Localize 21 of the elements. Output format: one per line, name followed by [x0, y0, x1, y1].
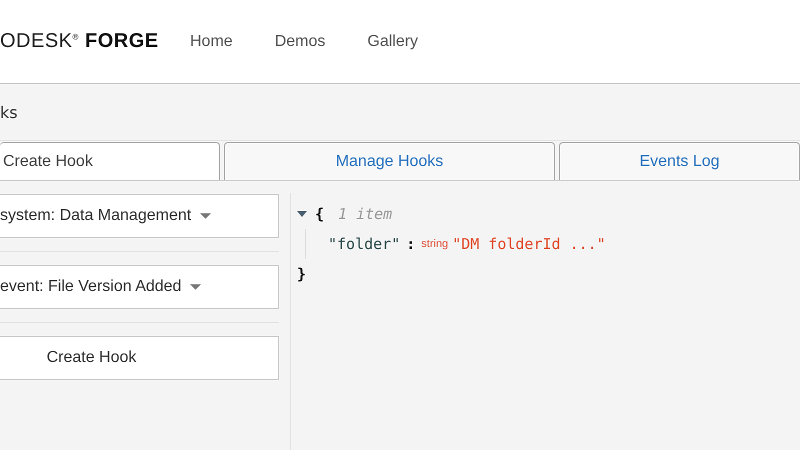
json-brace: }: [297, 265, 306, 283]
json-brace: {: [315, 205, 324, 223]
nav-link[interactable]: Gallery: [367, 32, 418, 50]
json-colon: :: [406, 235, 416, 253]
tab[interactable]: Create Hook: [0, 142, 220, 180]
caret-icon: [190, 284, 202, 290]
dropdown[interactable]: event: File Version Added: [0, 265, 279, 309]
expand-toggle-icon[interactable]: [297, 211, 307, 217]
json-type: string: [421, 238, 448, 250]
tab[interactable]: Events Log: [559, 142, 800, 180]
nav-link[interactable]: Demos: [274, 32, 326, 50]
json-key: "folder": [328, 235, 400, 253]
caret-icon: [200, 213, 212, 219]
json-value: "DM folderId ...": [452, 235, 606, 253]
page-title: ks: [0, 102, 18, 122]
dropdown[interactable]: system: Data Management: [0, 194, 279, 238]
logo-text: ODESK$^{®}$ FORGE: [0, 30, 160, 53]
tab[interactable]: Manage Hooks: [224, 142, 555, 180]
nav-link[interactable]: Home: [190, 32, 233, 50]
item-count: 1 item: [338, 205, 392, 223]
create-hook-button[interactable]: Create Hook: [0, 336, 279, 380]
